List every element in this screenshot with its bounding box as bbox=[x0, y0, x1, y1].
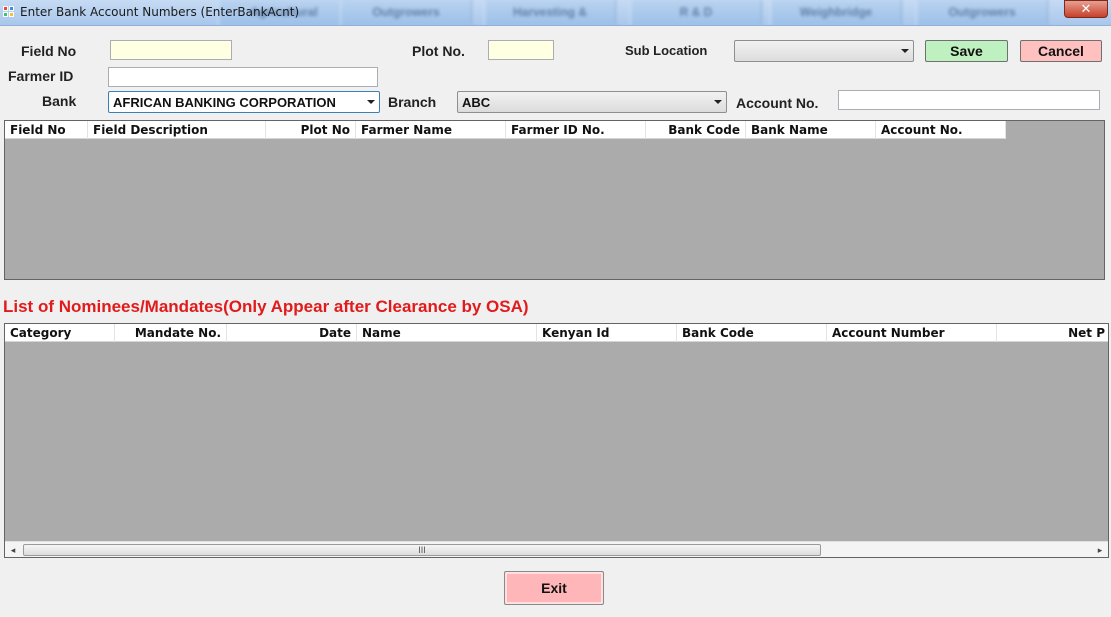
branch-label: Branch bbox=[388, 94, 437, 110]
column-header-field-description[interactable]: Field Description bbox=[88, 121, 266, 139]
farmer-id-label: Farmer ID bbox=[8, 68, 74, 84]
bank-label: Bank bbox=[42, 93, 77, 109]
column-header-kenyan-id[interactable]: Kenyan Id bbox=[537, 324, 677, 342]
column-header-bank-name[interactable]: Bank Name bbox=[746, 121, 876, 139]
nominees-section-title: List of Nominees/Mandates(Only Appear af… bbox=[3, 297, 529, 316]
field-no-label: Field No bbox=[21, 43, 77, 59]
scroll-left-icon[interactable]: ◂ bbox=[5, 542, 21, 557]
bank-value: AFRICAN BANKING CORPORATION bbox=[113, 95, 336, 110]
chevron-down-icon bbox=[367, 100, 375, 104]
horizontal-scrollbar[interactable]: ◂ III ▸ bbox=[5, 541, 1108, 557]
background-tab: Harvesting & bbox=[484, 0, 616, 25]
scroll-right-icon[interactable]: ▸ bbox=[1092, 542, 1108, 557]
column-header-farmer-id-no[interactable]: Farmer ID No. bbox=[506, 121, 646, 139]
branch-value: ABC bbox=[462, 95, 491, 110]
close-icon: ✕ bbox=[1080, 1, 1092, 16]
column-header-account-no[interactable]: Account No. bbox=[876, 121, 1006, 139]
account-no-input[interactable] bbox=[838, 90, 1100, 110]
plot-no-label: Plot No. bbox=[412, 43, 465, 59]
column-header-bank-code[interactable]: Bank Code bbox=[677, 324, 827, 342]
column-header-name[interactable]: Name bbox=[357, 324, 537, 342]
background-tab: Outgrowers bbox=[340, 0, 472, 25]
close-button[interactable]: ✕ bbox=[1064, 0, 1108, 18]
chevron-down-icon bbox=[901, 49, 909, 53]
sub-location-label: Sub Location bbox=[625, 43, 708, 58]
column-header-plot-no[interactable]: Plot No bbox=[266, 121, 356, 139]
bank-select[interactable]: AFRICAN BANKING CORPORATION bbox=[108, 91, 380, 113]
scroll-thumb[interactable]: III bbox=[23, 544, 821, 556]
title-bar: Agricultural Outgrowers Harvesting & R &… bbox=[0, 0, 1111, 26]
chevron-down-icon bbox=[714, 100, 722, 104]
app-icon bbox=[3, 6, 15, 18]
column-header-mandate-no[interactable]: Mandate No. bbox=[115, 324, 227, 342]
column-header-date[interactable]: Date bbox=[227, 324, 357, 342]
plot-no-input[interactable] bbox=[488, 40, 554, 60]
save-button[interactable]: Save bbox=[925, 40, 1008, 62]
background-tab: Weighbridge bbox=[770, 0, 902, 25]
column-header-farmer-name[interactable]: Farmer Name bbox=[356, 121, 506, 139]
fields-grid[interactable]: Field No Field Description Plot No Farme… bbox=[4, 120, 1105, 280]
branch-select[interactable]: ABC bbox=[457, 91, 727, 113]
scroll-grip-icon: III bbox=[418, 545, 426, 555]
sub-location-select[interactable] bbox=[734, 40, 914, 62]
account-no-label: Account No. bbox=[736, 95, 819, 111]
exit-button[interactable]: Exit bbox=[504, 571, 604, 605]
field-no-input[interactable] bbox=[110, 40, 232, 60]
nominees-grid-header: Category Mandate No. Date Name Kenyan Id… bbox=[5, 324, 1108, 342]
background-tab: R & D bbox=[630, 0, 762, 25]
column-header-category[interactable]: Category bbox=[5, 324, 115, 342]
column-header-net-pay[interactable]: Net P bbox=[997, 324, 1108, 342]
window-title: Enter Bank Account Numbers (EnterBankAcn… bbox=[20, 5, 300, 19]
column-header-account-number[interactable]: Account Number bbox=[827, 324, 997, 342]
cancel-button[interactable]: Cancel bbox=[1020, 40, 1102, 62]
fields-grid-header: Field No Field Description Plot No Farme… bbox=[5, 121, 1006, 139]
nominees-grid[interactable]: Category Mandate No. Date Name Kenyan Id… bbox=[4, 323, 1109, 558]
farmer-id-input[interactable] bbox=[108, 67, 378, 87]
background-tab: Outgrowers bbox=[916, 0, 1048, 25]
column-header-field-no[interactable]: Field No bbox=[5, 121, 88, 139]
column-header-bank-code[interactable]: Bank Code bbox=[646, 121, 746, 139]
